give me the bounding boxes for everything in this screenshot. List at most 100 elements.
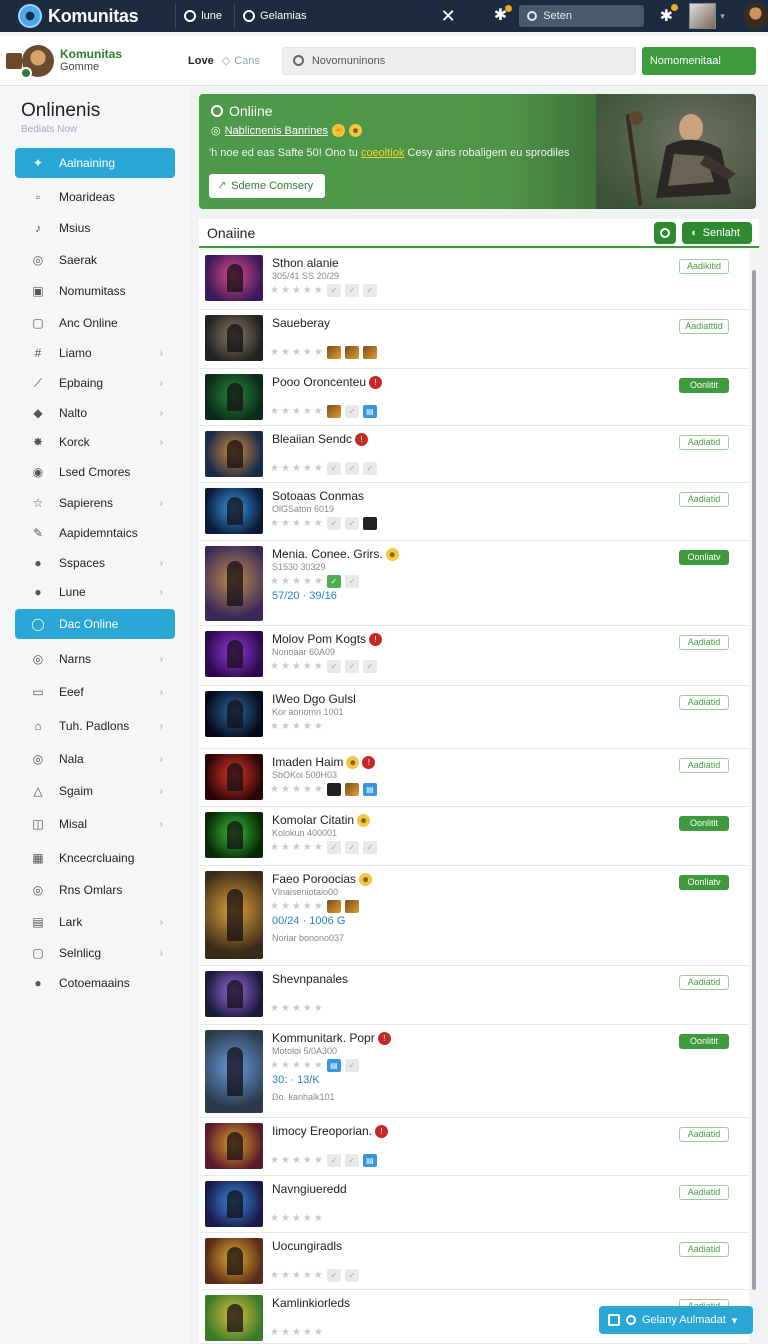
sidebar-item[interactable]: ◯ Dac Online bbox=[15, 609, 175, 639]
list-item[interactable]: Molov Pom Kogts! Nonoaar 60A09 ★ ★ ★ ★ ★ ✓ ✓ ✓ Aad… bbox=[199, 626, 749, 686]
status-badge[interactable]: Oonliatv bbox=[679, 550, 729, 565]
game-thumbnail[interactable] bbox=[205, 315, 263, 361]
game-thumbnail[interactable] bbox=[205, 488, 263, 534]
game-title[interactable]: Kommunitark. Popr! bbox=[272, 1031, 391, 1045]
game-title[interactable]: Sthon alanie bbox=[272, 256, 339, 270]
sidebar-item[interactable]: ◎ Nala › bbox=[15, 744, 175, 774]
game-thumbnail[interactable] bbox=[205, 431, 263, 477]
game-title[interactable]: Imaden Haim ☻! bbox=[272, 755, 376, 769]
status-badge[interactable]: Oonliatv bbox=[679, 875, 729, 890]
status-badge[interactable]: Aadiatid bbox=[679, 758, 729, 773]
sidebar-item[interactable]: ▭ Eeef › bbox=[15, 677, 175, 707]
list-item[interactable]: Iimocy Ereoporian.! ★ ★ ★ ★ ★ ✓ ✓ ▤ Aadiatid bbox=[199, 1118, 749, 1176]
game-thumbnail[interactable] bbox=[205, 1238, 263, 1284]
sidebar-item[interactable]: ✸ Korck › bbox=[15, 427, 175, 457]
sidebar-item[interactable]: ▫ Moarideas bbox=[15, 182, 175, 212]
game-title[interactable]: Bleaiian Sendc! bbox=[272, 432, 369, 446]
list-item[interactable]: Sthon alanie 305/41 SS 20/29 ★ ★ ★ ★ ★ ✓ ✓ ✓ Aadik… bbox=[199, 250, 749, 310]
game-thumbnail[interactable] bbox=[205, 691, 263, 737]
banner-button[interactable]: ⤤ Sdeme Comsery bbox=[209, 174, 325, 198]
game-thumbnail[interactable] bbox=[205, 1030, 263, 1113]
sidebar-item[interactable]: ⟋ Epbaing › bbox=[15, 368, 175, 398]
list-item[interactable]: Shevnpanales ★ ★ ★ ★ ★ Aadiatid bbox=[199, 966, 749, 1025]
game-thumbnail[interactable] bbox=[205, 1123, 263, 1169]
sidebar-item[interactable]: ▢ Anc Online bbox=[15, 308, 175, 338]
search-input[interactable]: Novomuninons bbox=[281, 46, 636, 75]
status-badge[interactable]: Oonlitit bbox=[679, 816, 729, 831]
game-thumbnail[interactable] bbox=[205, 1295, 263, 1341]
list-item[interactable]: Menia. Conee. Grirs. ☻ S1530 30329 ★ ★ ★ ★ ★ ✓ ✓ 5… bbox=[199, 541, 749, 626]
game-thumbnail[interactable] bbox=[205, 754, 263, 800]
list-item[interactable]: Uocungiradls ★ ★ ★ ★ ★ ✓ ✓ Aadiatid bbox=[199, 1233, 749, 1290]
action-button[interactable]: Nomomenitaal bbox=[6, 46, 756, 75]
sidebar-item[interactable]: ✎ Aapidemntaics bbox=[15, 518, 175, 548]
status-badge[interactable]: Aadikitid bbox=[679, 259, 729, 274]
game-thumbnail[interactable] bbox=[205, 374, 263, 420]
game-thumbnail[interactable] bbox=[205, 971, 263, 1017]
sidebar-item[interactable]: ◉ Lsed Cmores bbox=[15, 457, 175, 487]
cans-link[interactable]: ◇ Cans bbox=[222, 54, 260, 68]
sidebar-item[interactable]: ▦ Kncecrcluaing bbox=[15, 843, 175, 873]
sidebar-item[interactable]: ⌂ Tuh. Padlons › bbox=[15, 711, 175, 741]
game-title[interactable]: IWeo Dgo Gulsl bbox=[272, 692, 356, 706]
sidebar-item[interactable]: ◎ Rns Omlars bbox=[15, 875, 175, 905]
close-icon[interactable]: ✕ bbox=[436, 6, 459, 27]
status-badge[interactable]: Aadiatid bbox=[679, 635, 729, 650]
status-badge[interactable]: Aadiatid bbox=[679, 435, 729, 450]
filter-button[interactable] bbox=[654, 222, 676, 244]
game-title[interactable]: Menia. Conee. Grirs. ☻ bbox=[272, 547, 399, 561]
sidebar-item[interactable]: ● Cotoemaains bbox=[15, 968, 175, 998]
profile-avatar[interactable] bbox=[689, 3, 717, 29]
sidebar-item[interactable]: ● Sspaces › bbox=[15, 548, 175, 578]
list-item[interactable]: IWeo Dgo Gulsl Kor aonomn 1001 ★ ★ ★ ★ ★ Aadiat… bbox=[199, 686, 749, 749]
status-badge[interactable]: Aadiatid bbox=[679, 1242, 729, 1257]
sort-button[interactable]: ◖ Senlaht bbox=[682, 222, 752, 244]
status-badge[interactable]: Aadiatid bbox=[679, 1127, 729, 1142]
game-thumbnail[interactable] bbox=[205, 812, 263, 858]
game-title[interactable]: Sotoaas Conmas bbox=[272, 489, 364, 503]
sidebar-item[interactable]: ▢ Selnlicg › bbox=[15, 938, 175, 968]
list-item[interactable]: Bleaiian Sendc! ★ ★ ★ ★ ★ ✓ ✓ ✓ Aadiatid bbox=[199, 426, 749, 483]
game-thumbnail[interactable] bbox=[205, 546, 263, 621]
list-item[interactable]: Kommunitark. Popr! Motoloi 5/0A300 ★ ★ ★ ★ ★ ▤ ✓… bbox=[199, 1025, 749, 1118]
sidebar-item[interactable]: ✦ Aalnaining bbox=[15, 148, 175, 178]
sidebar-item[interactable]: ◆ Nalto › bbox=[15, 398, 175, 428]
chevron-down-icon[interactable]: ▾ bbox=[720, 11, 725, 22]
game-title[interactable]: Navngiueredd bbox=[272, 1182, 347, 1196]
floating-action-button[interactable]: Gelany Aulmadat ▾ bbox=[599, 1306, 753, 1334]
love-link[interactable]: Love bbox=[188, 55, 214, 67]
list-item[interactable]: Pooo Oroncenteu! ★ ★ ★ ★ ★ ✓ ▤ Oonlitit bbox=[199, 369, 749, 426]
sidebar-item[interactable]: ◫ Misal › bbox=[15, 809, 175, 839]
sidebar-item[interactable]: ◎ Narns › bbox=[15, 644, 175, 674]
list-item[interactable]: Komolar Citatin ☻ Kolokun 400001 ★ ★ ★ ★ ★ ✓ ✓ ✓ Oo… bbox=[199, 807, 749, 866]
top-search-input[interactable]: Seten bbox=[519, 5, 644, 27]
sidebar-item[interactable]: ● Lune › bbox=[15, 577, 175, 607]
status-badge[interactable]: Aadiatid bbox=[679, 492, 729, 507]
status-badge[interactable]: Oonlitit bbox=[679, 378, 729, 393]
scrollbar-thumb[interactable] bbox=[752, 270, 756, 1290]
status-badge[interactable]: Aadiatid bbox=[679, 975, 729, 990]
game-title[interactable]: Kamlinkiorleds bbox=[272, 1296, 350, 1310]
list-item[interactable]: Imaden Haim ☻! SbOKoi 500H03 ★ ★ ★ ★ ★ ▤ Aadiatid bbox=[199, 749, 749, 807]
list-item[interactable]: Faeo Poroocias ☻ Vlnaiseniotaio00 ★ ★ ★ ★ ★ 00/2… bbox=[199, 866, 749, 966]
community-avatar[interactable] bbox=[20, 44, 54, 79]
list-item[interactable]: Saueberay ★ ★ ★ ★ ★ Aadiatttid bbox=[199, 310, 749, 369]
game-title[interactable]: Uocungiradls bbox=[272, 1239, 342, 1253]
app-logo[interactable]: Komunitas bbox=[0, 4, 171, 28]
sidebar-item[interactable]: ☆ Sapierens › bbox=[15, 488, 175, 518]
game-title[interactable]: Pooo Oroncenteu! bbox=[272, 375, 383, 389]
gear-icon[interactable]: ✱ bbox=[658, 4, 679, 26]
game-thumbnail[interactable] bbox=[205, 255, 263, 301]
status-badge[interactable]: Aadiatid bbox=[679, 1185, 729, 1200]
desc-highlight-link[interactable]: coeoltiok bbox=[361, 147, 404, 159]
status-badge[interactable]: Aadiatttid bbox=[679, 319, 729, 334]
game-thumbnail[interactable] bbox=[205, 631, 263, 677]
game-title[interactable]: Iimocy Ereoporian.! bbox=[272, 1124, 389, 1138]
sidebar-item[interactable]: ♪ Msius bbox=[15, 213, 175, 243]
puzzle-icon[interactable]: ✱ bbox=[492, 5, 513, 25]
game-title[interactable]: Komolar Citatin ☻ bbox=[272, 813, 371, 827]
status-badge[interactable]: Aadiatid bbox=[679, 695, 729, 710]
game-title[interactable]: Shevnpanales bbox=[272, 972, 348, 986]
sidebar-item[interactable]: # Liamo › bbox=[15, 338, 175, 368]
game-thumbnail[interactable] bbox=[205, 1181, 263, 1227]
